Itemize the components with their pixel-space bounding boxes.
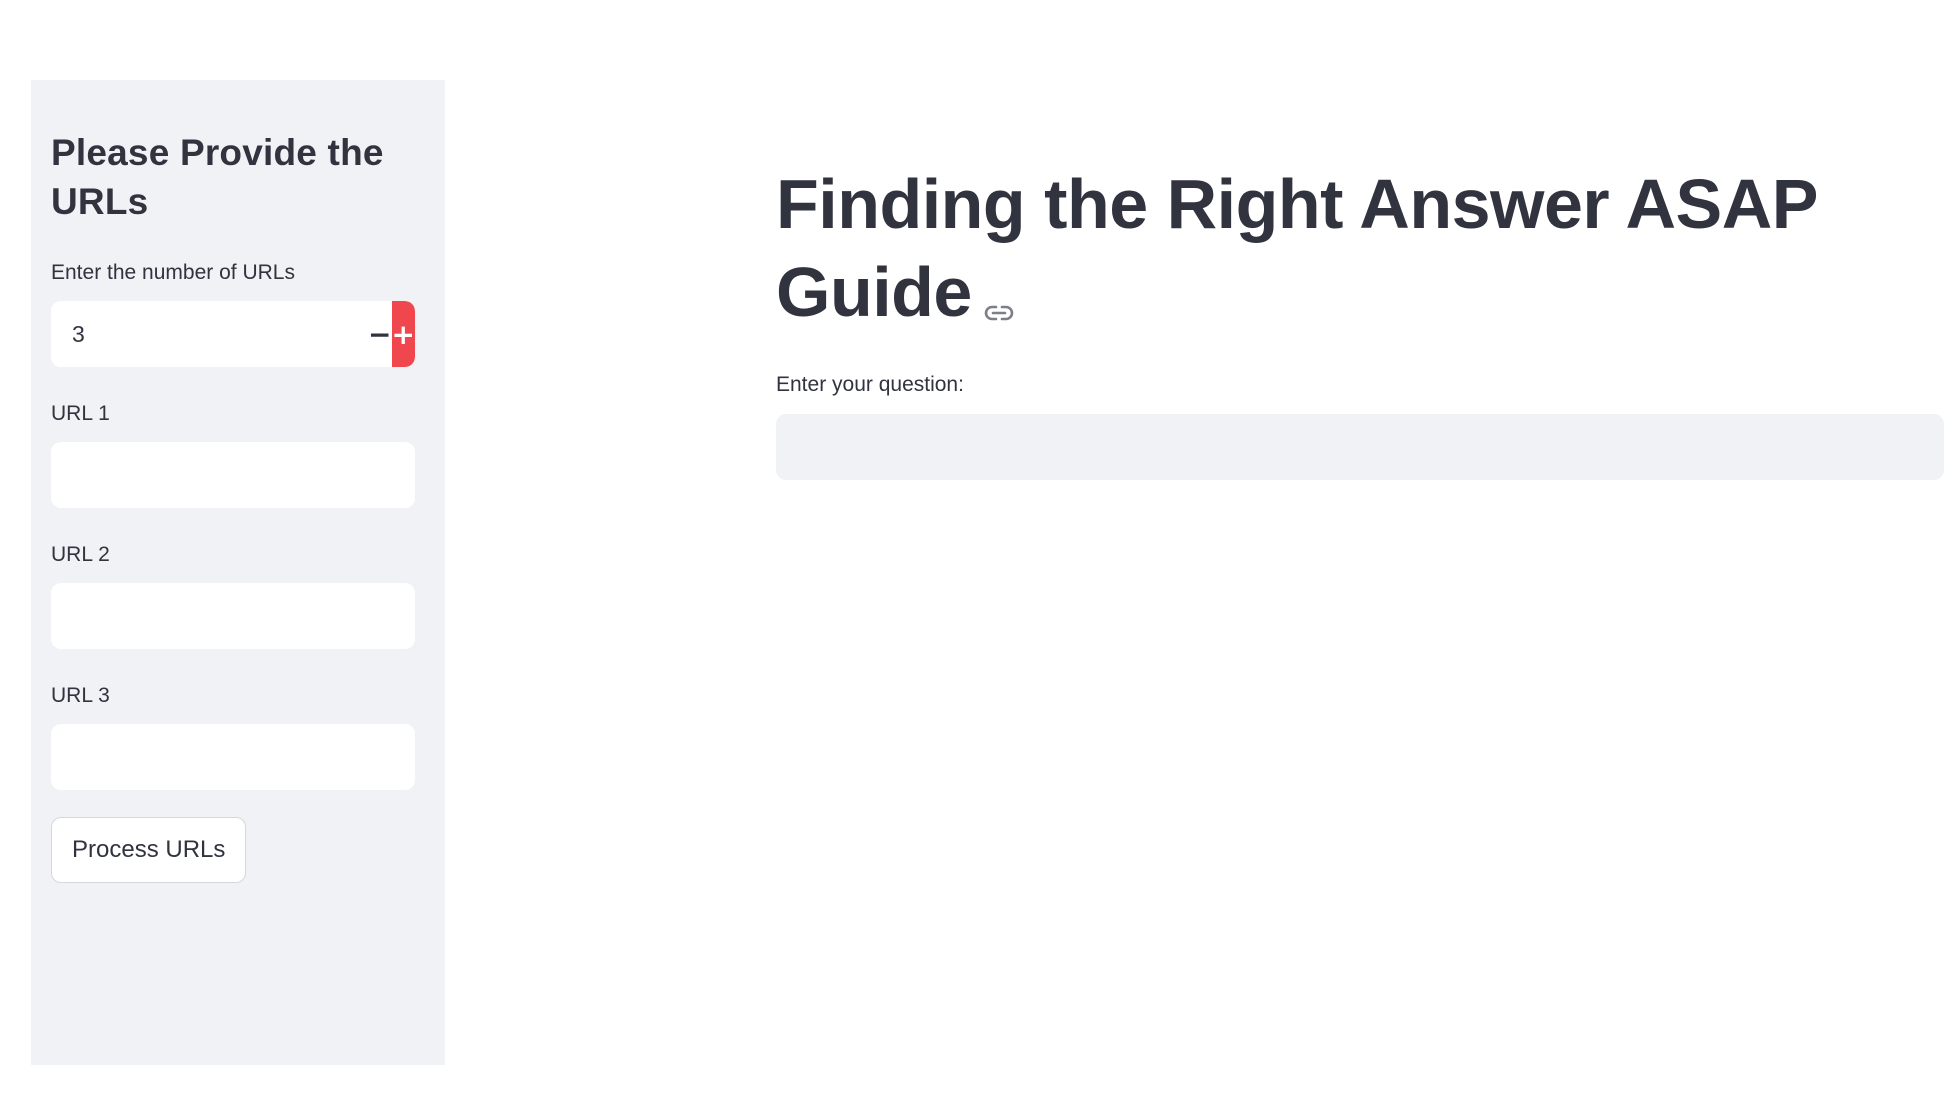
main-content: Finding the Right Answer ASAP Guide Ente… <box>776 160 1944 480</box>
decrement-button[interactable]: − <box>368 301 392 367</box>
question-input[interactable] <box>776 413 1944 480</box>
process-urls-button[interactable]: Process URLs <box>51 817 247 883</box>
url-2-input[interactable] <box>51 583 415 649</box>
link-icon[interactable] <box>984 254 1014 342</box>
number-of-urls-stepper: − + <box>51 301 415 367</box>
sidebar-title: Please Provide the URLs <box>51 132 384 222</box>
sidebar: Please Provide the URLs Enter the number… <box>31 80 445 1065</box>
number-of-urls-label: Enter the number of URLs <box>51 261 295 284</box>
url-3-input[interactable] <box>51 724 415 790</box>
url-2-label: URL 2 <box>51 543 110 566</box>
number-of-urls-input[interactable] <box>51 301 368 367</box>
page-title-text: Finding the Right Answer ASAP Guide <box>776 165 1817 331</box>
url-3-label: URL 3 <box>51 684 110 707</box>
page-title: Finding the Right Answer ASAP Guide <box>776 160 1944 342</box>
increment-button[interactable]: + <box>391 301 415 367</box>
question-label: Enter your question: <box>776 372 964 396</box>
url-1-input[interactable] <box>51 442 415 508</box>
url-1-label: URL 1 <box>51 402 110 425</box>
